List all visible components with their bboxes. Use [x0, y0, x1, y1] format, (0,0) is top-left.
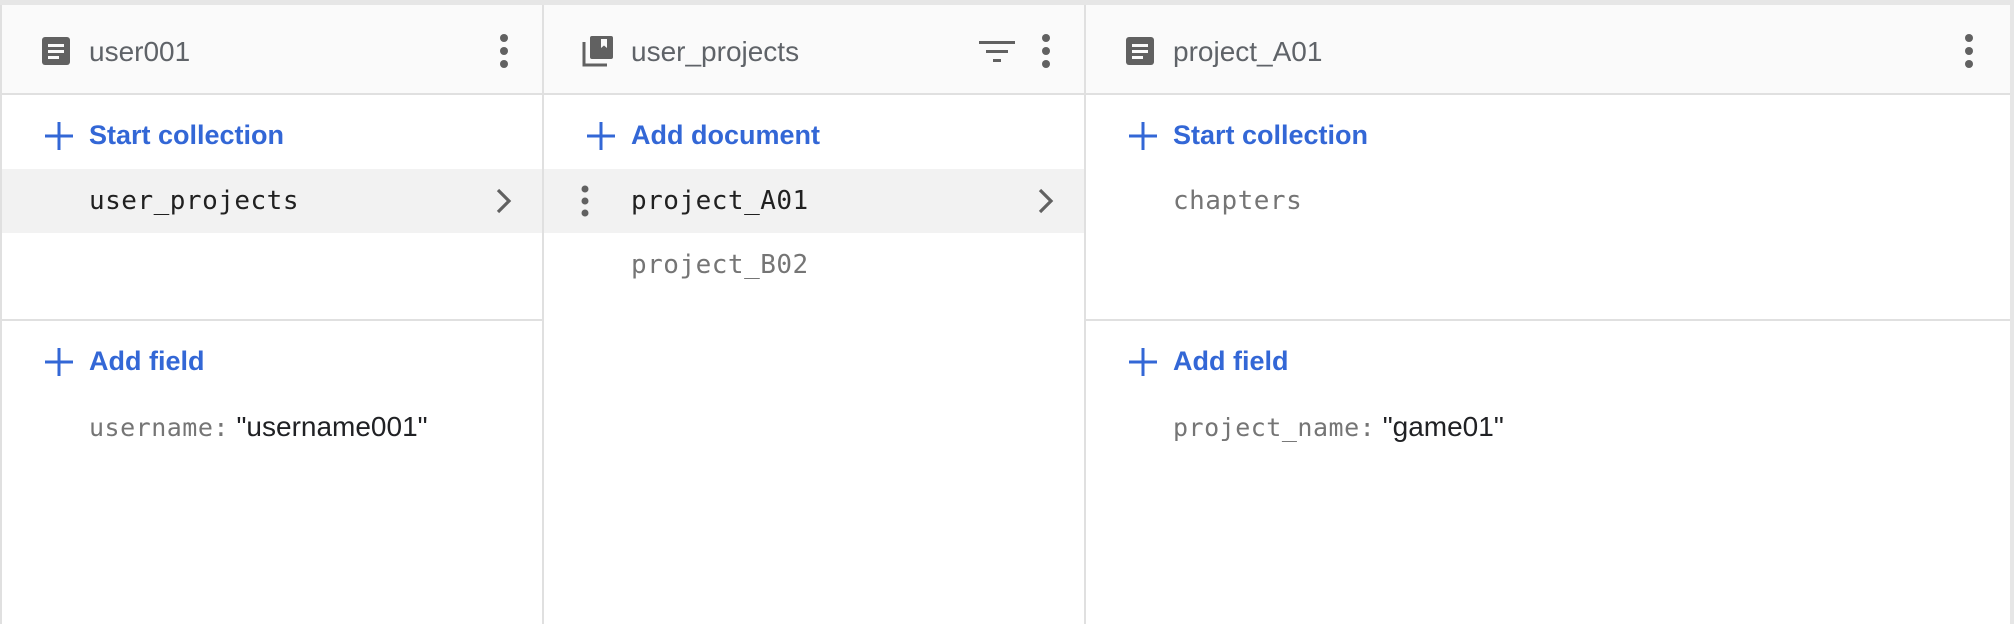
row-more-options-icon[interactable] — [576, 183, 594, 219]
add-document-label: Add document — [631, 120, 820, 150]
panel-title: user001 — [89, 36, 191, 67]
more-options-icon[interactable] — [1032, 31, 1060, 71]
right-border — [2010, 0, 2014, 624]
field-row-username[interactable]: username: "username001" — [89, 407, 428, 447]
add-document-button[interactable]: Add document — [544, 102, 1084, 168]
field-row-project-name[interactable]: project_name: "game01" — [1173, 407, 1504, 447]
document-item-project-a01[interactable]: project_A01 — [544, 169, 1084, 233]
panel-header: user001 — [2, 5, 542, 95]
field-key: username: — [89, 413, 229, 442]
chevron-right-icon — [490, 185, 518, 217]
start-collection-button[interactable]: Start collection — [1086, 102, 2010, 168]
document-icon — [1124, 35, 1156, 67]
add-field-label: Add field — [89, 346, 205, 376]
document-panel-user001: user001 Start collection user_projects A… — [0, 5, 542, 624]
plus-icon — [1128, 347, 1158, 377]
field-value: "game01" — [1382, 411, 1504, 442]
add-field-button[interactable]: Add field — [2, 328, 542, 394]
more-options-icon[interactable] — [490, 31, 518, 71]
field-key: project_name: — [1173, 413, 1376, 442]
panel-header: user_projects — [544, 5, 1084, 95]
start-collection-label: Start collection — [1173, 120, 1369, 150]
firestore-data-viewer: user001 Start collection user_projects A… — [0, 0, 2014, 624]
document-icon — [40, 35, 72, 67]
collection-icon — [582, 35, 614, 67]
panel-title: user_projects — [631, 36, 800, 67]
filter-icon[interactable] — [977, 35, 1017, 69]
document-item-project-b02[interactable]: project_B02 — [544, 233, 1084, 297]
start-collection-button[interactable]: Start collection — [2, 102, 542, 168]
start-collection-label: Start collection — [89, 120, 285, 150]
document-panel-project-a01: project_A01 Start collection chapters Ad… — [1084, 5, 2010, 624]
add-field-button[interactable]: Add field — [1086, 328, 2010, 394]
plus-icon — [44, 121, 74, 151]
panel-title: project_A01 — [1173, 36, 1323, 67]
plus-icon — [1128, 121, 1158, 151]
field-value: "username001" — [236, 411, 428, 442]
collection-item-chapters[interactable]: chapters — [1086, 169, 2010, 233]
panel-header: project_A01 — [1086, 5, 2010, 95]
section-divider — [1086, 319, 2010, 321]
collection-item-user-projects[interactable]: user_projects — [2, 169, 542, 233]
add-field-label: Add field — [1173, 346, 1289, 376]
section-divider — [2, 319, 542, 321]
document-item-label: project_B02 — [631, 250, 809, 280]
chevron-right-icon — [1032, 185, 1060, 217]
collection-panel-user-projects: user_projects Add document project_A01 p… — [542, 5, 1084, 624]
plus-icon — [44, 347, 74, 377]
more-options-icon[interactable] — [1955, 31, 1983, 71]
collection-item-label: user_projects — [89, 186, 299, 216]
collection-item-label: chapters — [1173, 186, 1303, 216]
plus-icon — [586, 121, 616, 151]
document-item-label: project_A01 — [631, 186, 809, 216]
